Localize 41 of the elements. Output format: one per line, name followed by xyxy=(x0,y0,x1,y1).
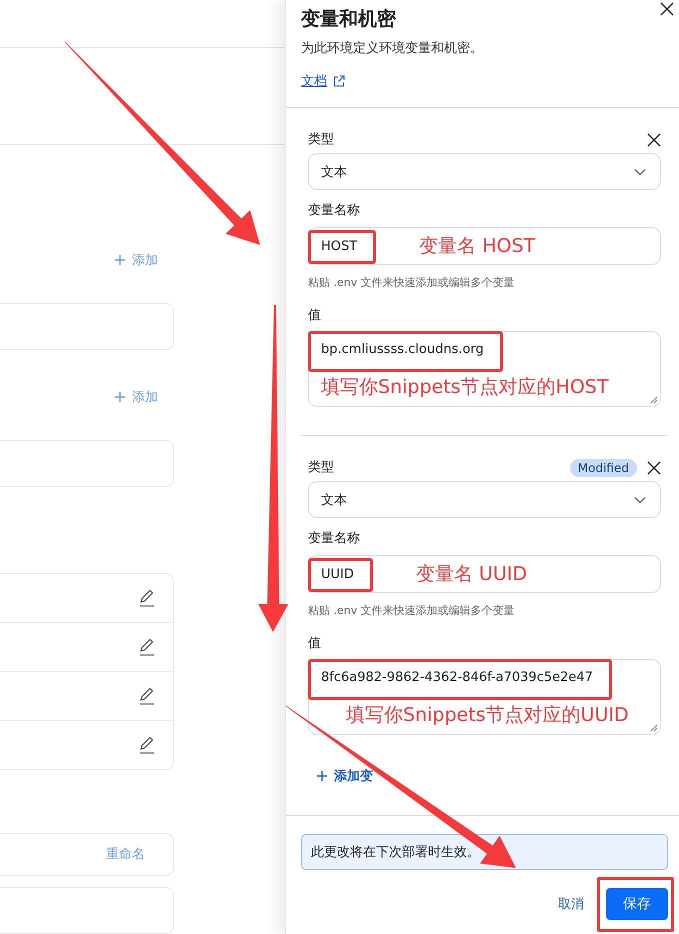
pencil-icon[interactable] xyxy=(138,736,156,754)
field-label: 变量名称 xyxy=(308,202,361,220)
input-field[interactable]: UUID 变量名 UUID xyxy=(308,555,661,593)
text-area[interactable]: 8fc6a982-9862-4362-846f-a7039c5e2e47 填写你Snippets节点对应的UUID xyxy=(308,659,661,735)
resize-handle-icon xyxy=(650,724,658,732)
input-field[interactable]: HOST 变量名 HOST xyxy=(308,227,661,265)
info-notice: 此更改将在下次部署时生效。 xyxy=(301,834,668,870)
plus-icon xyxy=(316,770,328,782)
modified-badge: Modified xyxy=(570,459,637,477)
annotation-text: 填写你Snippets节点对应的UUID xyxy=(346,703,630,728)
type-dropdown[interactable]: 文本 xyxy=(308,481,661,518)
text-area[interactable]: bp.cmliussss.cloudns.org 填写你Snippets节点对应的HOST xyxy=(308,331,661,407)
field-label: 变量名称 xyxy=(308,530,361,548)
helper-text: 粘贴 .env 文件来快速添加或编辑多个变量 xyxy=(308,603,516,618)
external-link-icon xyxy=(333,75,345,87)
annotation-text: 变量名 UUID xyxy=(416,562,527,587)
remove-icon[interactable] xyxy=(647,461,661,475)
helper-text: 粘贴 .env 文件来快速添加或编辑多个变量 xyxy=(308,275,516,290)
annotation-text: 填写你Snippets节点对应的HOST xyxy=(321,375,610,400)
field-label: 类型 xyxy=(308,131,334,149)
cancel-button[interactable]: 取消 xyxy=(558,895,584,913)
resize-handle-icon xyxy=(650,396,658,404)
pencil-icon[interactable] xyxy=(138,588,156,607)
save-button[interactable]: 保存 xyxy=(606,888,668,920)
type-dropdown[interactable]: 文本 xyxy=(308,153,661,190)
close-icon[interactable] xyxy=(660,2,674,16)
plus-icon xyxy=(114,254,126,266)
pencil-icon[interactable] xyxy=(138,638,156,656)
remove-icon[interactable] xyxy=(647,133,661,147)
chevron-down-icon xyxy=(634,496,646,504)
plus-icon xyxy=(114,390,126,403)
annotation-text: 变量名 HOST xyxy=(419,234,536,259)
add-variable-button[interactable]: 添加变 xyxy=(316,767,373,785)
pencil-icon[interactable] xyxy=(138,686,156,705)
docs-link[interactable]: 文档 xyxy=(301,72,327,90)
field-label: 值 xyxy=(308,307,322,325)
drawer-description: 为此环境定义环境变量和机密。 xyxy=(301,40,484,57)
drawer-title: 变量和机密 xyxy=(301,7,397,32)
field-label: 类型 xyxy=(308,459,334,477)
chevron-down-icon xyxy=(634,168,646,176)
field-label: 值 xyxy=(308,635,322,653)
